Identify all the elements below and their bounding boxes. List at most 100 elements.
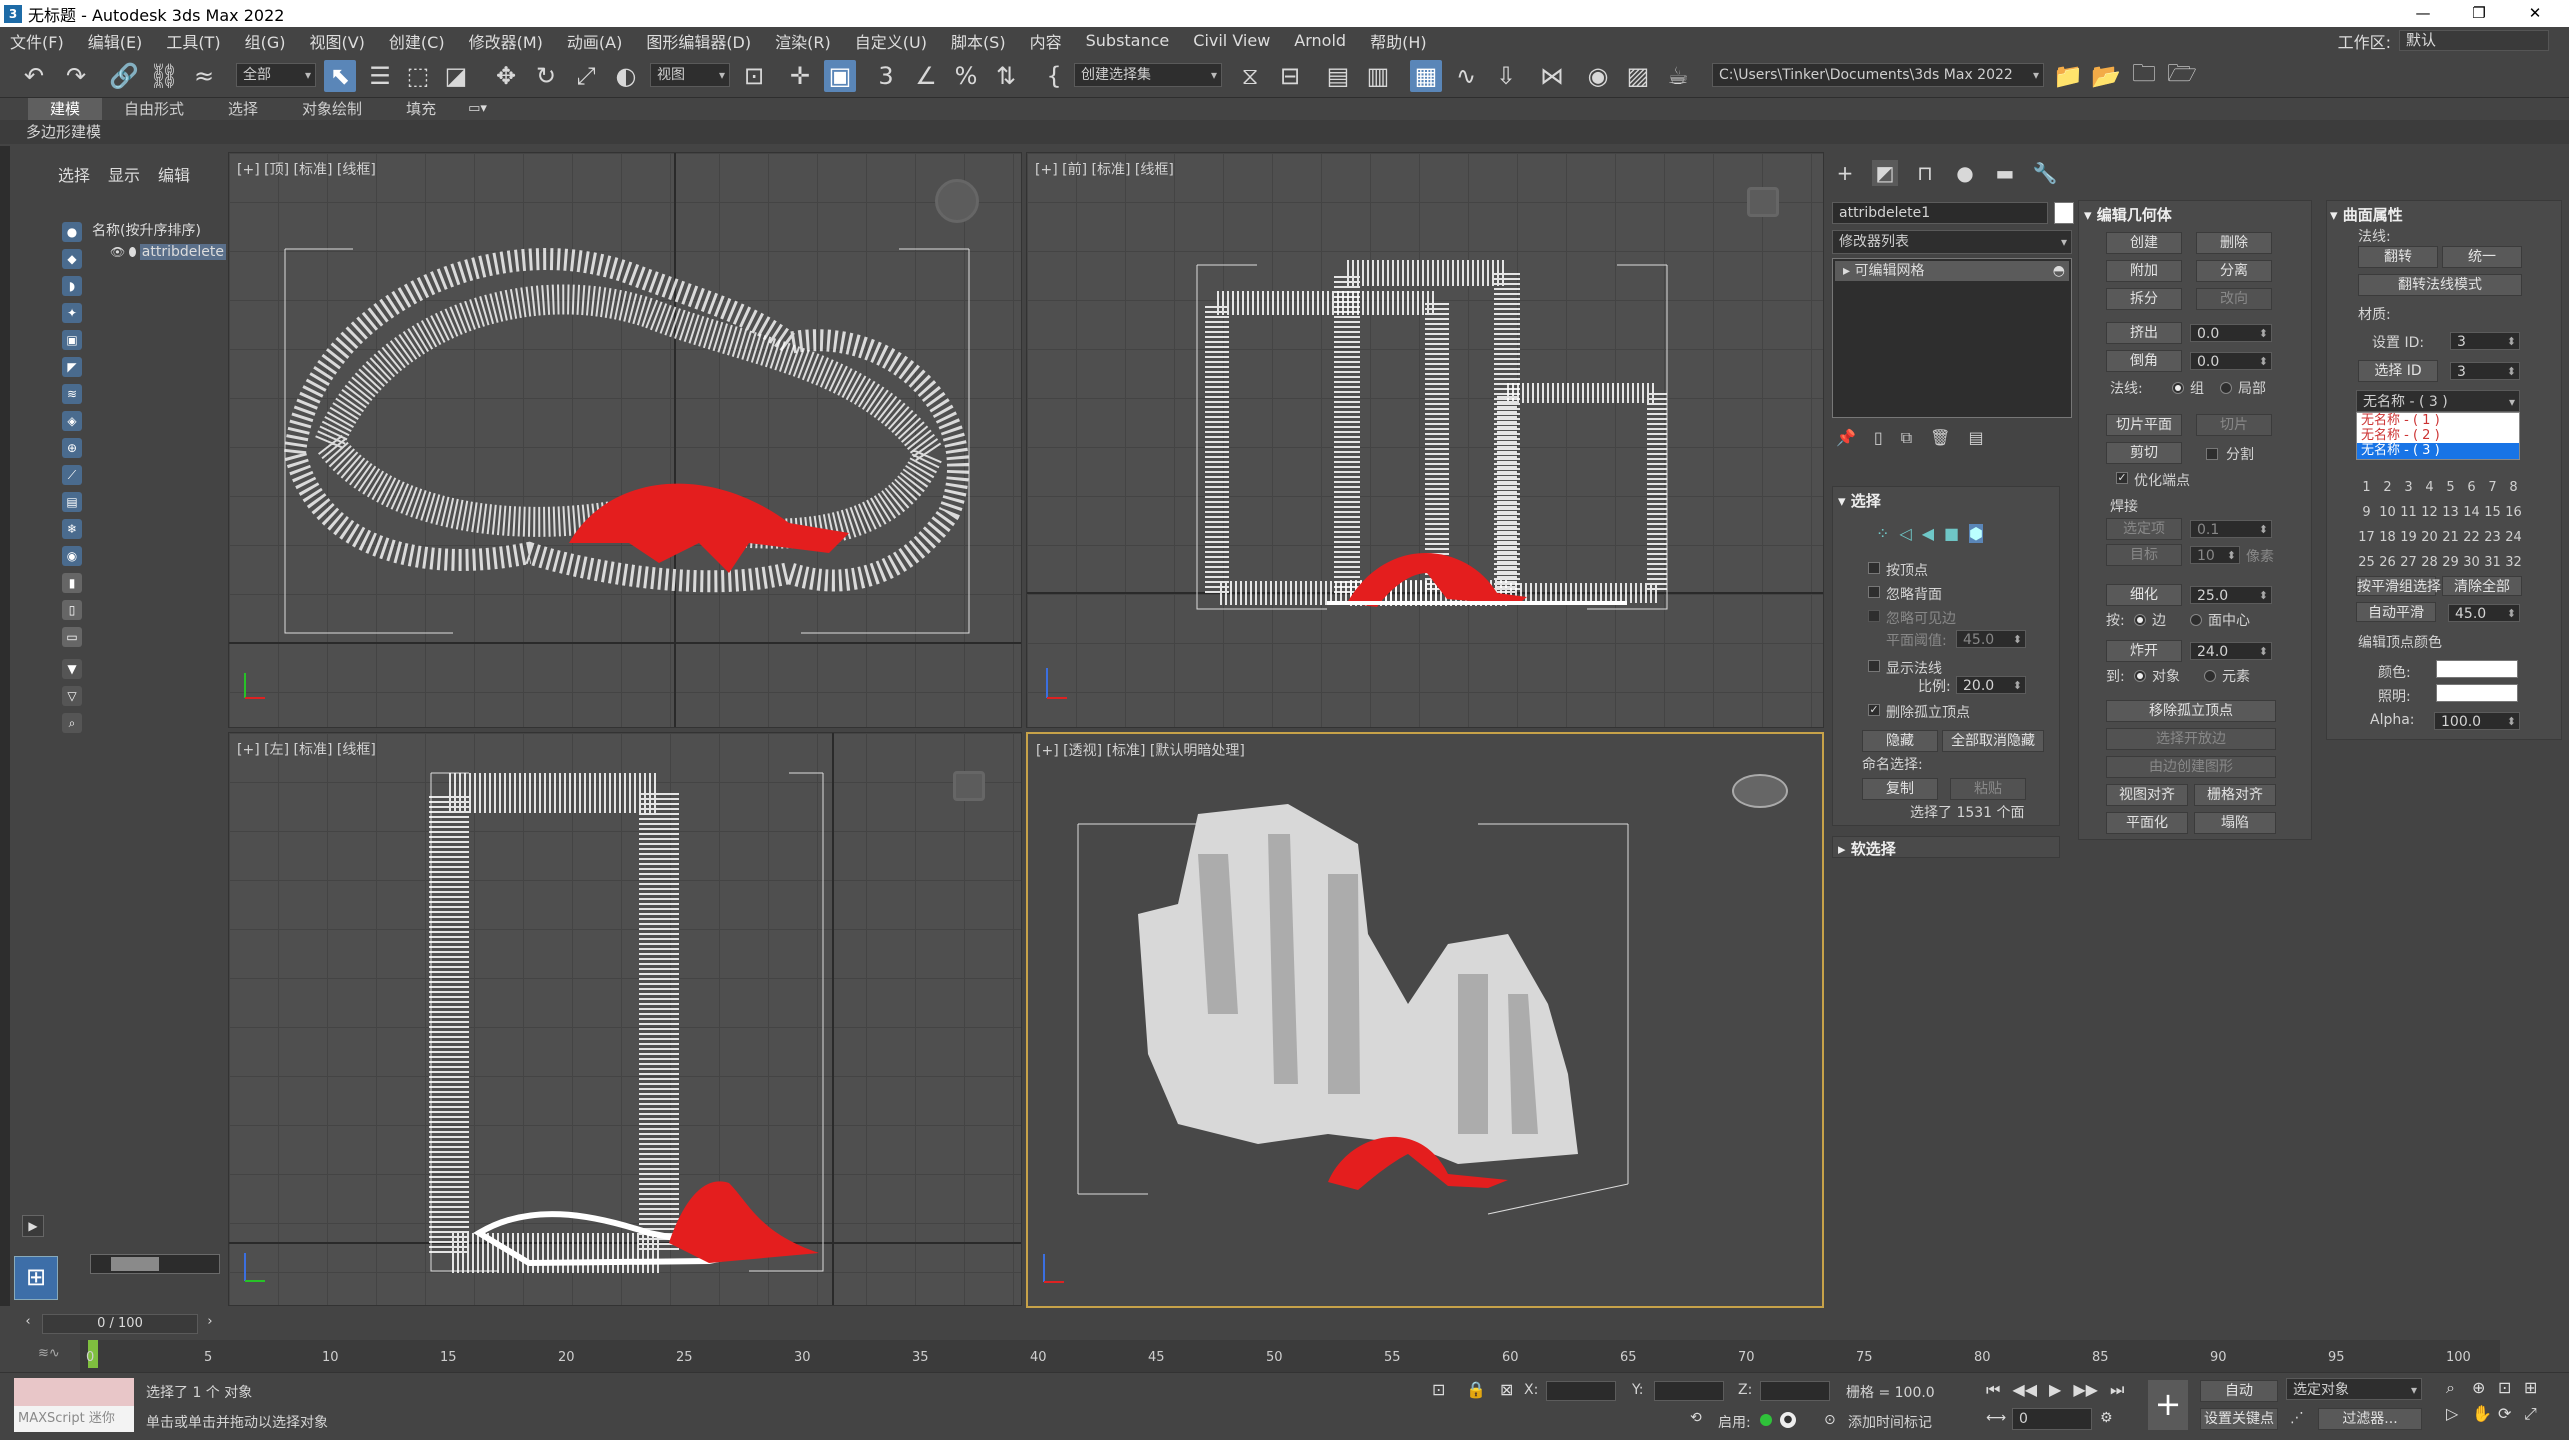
select-by-name-icon[interactable]: ☰ <box>364 60 396 92</box>
x-coord-field[interactable] <box>1546 1381 1616 1401</box>
configure-sets-icon[interactable]: ▤ <box>1968 428 1983 448</box>
set-key-button[interactable]: 设置关键点 <box>2200 1408 2278 1430</box>
isolate-selection-icon[interactable]: ⊡ <box>1432 1380 1445 1399</box>
slice-button[interactable]: 切片 <box>2196 414 2272 436</box>
smoothing-group-button[interactable]: 8 <box>2503 480 2524 495</box>
hierarchy-tab-icon[interactable]: ⊓ <box>1912 160 1938 186</box>
menu-views[interactable]: 视图(V) <box>299 29 378 53</box>
polygon-icon[interactable]: ■ <box>1944 524 1959 543</box>
scale-spinner[interactable]: 20.0 <box>1956 676 2026 695</box>
delete-button[interactable]: 删除 <box>2196 232 2272 254</box>
selection-rollout-title[interactable]: ▾ 选择 <box>1838 490 1881 511</box>
prev-frame-icon[interactable]: ◀◀ <box>2012 1380 2037 1400</box>
element-icon[interactable]: ⬢ <box>1969 524 1984 543</box>
display-all-icon[interactable]: ● <box>62 222 82 242</box>
select-manipulate-icon[interactable]: ✛ <box>784 60 816 92</box>
clear-all-button[interactable]: 清除全部 <box>2442 576 2522 596</box>
display-dependents-icon[interactable]: ▭ <box>62 627 82 647</box>
menu-content[interactable]: 内容 <box>1020 29 1076 53</box>
smoothing-group-button[interactable]: 24 <box>2503 530 2524 545</box>
smoothing-group-button[interactable]: 28 <box>2419 555 2440 570</box>
explode-object-radio[interactable] <box>2134 670 2146 682</box>
explorer-tab-edit[interactable]: 编辑 <box>158 162 190 186</box>
set-id-spinner[interactable]: 3 <box>2450 332 2520 351</box>
menu-group[interactable]: 组(G) <box>235 29 300 53</box>
smoothing-group-button[interactable]: 25 <box>2356 555 2377 570</box>
menu-edit[interactable]: 编辑(E) <box>78 29 157 53</box>
ribbon-options-icon[interactable]: ▭▾ <box>458 98 487 120</box>
project-path-dropdown[interactable]: C:\Users\Tinker\Documents\3ds Max 2022 <box>1712 63 2044 87</box>
display-geometry-icon[interactable]: ◆ <box>62 249 82 269</box>
explorer-scrollbar[interactable] <box>90 1254 220 1274</box>
time-slider-prev-icon[interactable]: ‹ <box>18 1314 38 1334</box>
object-color-swatch[interactable] <box>2054 202 2074 224</box>
weld-selected-button[interactable]: 选定项 <box>2106 518 2182 540</box>
goto-end-icon[interactable]: ⏭ <box>2110 1380 2124 1400</box>
menu-civil-view[interactable]: Civil View <box>1183 31 1284 50</box>
y-coord-field[interactable] <box>1654 1381 1724 1401</box>
redo-icon[interactable]: ↷ <box>60 60 92 92</box>
display-hidden-icon[interactable]: ◉ <box>62 546 82 566</box>
maxscript-input[interactable]: MAXScript 迷你 <box>14 1406 134 1432</box>
current-frame-field[interactable]: 0 <box>2012 1408 2092 1430</box>
expand-triangle-icon[interactable]: ▸ <box>1843 263 1854 279</box>
keyboard-shortcut-icon[interactable]: ▣ <box>824 60 856 92</box>
display-xrefs-icon[interactable]: ⊕ <box>62 438 82 458</box>
menu-substance[interactable]: Substance <box>1076 31 1184 50</box>
snap-status-icon[interactable]: ● <box>1780 1412 1796 1428</box>
smoothing-group-button[interactable]: 7 <box>2482 480 2503 495</box>
display-shapes-icon[interactable]: ◗ <box>62 276 82 296</box>
menu-graph-editors[interactable]: 图形编辑器(D) <box>636 29 765 53</box>
smoothing-group-button[interactable]: 9 <box>2356 505 2377 520</box>
adaptive-degradation-icon[interactable]: ⟲ <box>1690 1410 1702 1426</box>
smoothing-group-button[interactable]: 23 <box>2482 530 2503 545</box>
add-time-tag[interactable]: 添加时间标记 <box>1848 1412 1932 1432</box>
key-mode-icon[interactable]: ⟷ <box>1986 1410 2006 1426</box>
smoothing-group-button[interactable]: 11 <box>2398 505 2419 520</box>
smoothing-group-button[interactable]: 12 <box>2419 505 2440 520</box>
set-key-big-icon[interactable]: + <box>2148 1380 2188 1430</box>
utilities-tab-icon[interactable]: 🔧 <box>2032 160 2058 186</box>
minimize-button[interactable]: — <box>2400 0 2446 27</box>
smoothing-group-button[interactable]: 3 <box>2398 480 2419 495</box>
auto-key-button[interactable]: 自动 <box>2200 1380 2278 1402</box>
selection-lock-icon[interactable]: 🔒 <box>1466 1380 1486 1399</box>
snaps-toggle-icon[interactable]: 3 <box>870 60 902 92</box>
copy-button[interactable]: 复制 <box>1862 778 1938 800</box>
normal-group-radio[interactable] <box>2172 382 2184 394</box>
flip-button[interactable]: 翻转 <box>2358 246 2438 268</box>
smoothing-group-button[interactable]: 18 <box>2377 530 2398 545</box>
bind-spacewarp-icon[interactable]: ≈ <box>188 60 220 92</box>
alpha-spinner[interactable]: 100.0 <box>2434 712 2520 731</box>
illumination-swatch[interactable] <box>2436 684 2518 702</box>
viewport-perspective[interactable]: [+] [透视] [标准] [默认明暗处理] <box>1026 732 1824 1308</box>
zoom-all-icon[interactable]: ⊕ <box>2472 1378 2498 1398</box>
unify-button[interactable]: 统一 <box>2442 246 2522 268</box>
select-object-icon[interactable]: ⬉ <box>324 60 356 92</box>
menu-modifiers[interactable]: 修改器(M) <box>459 29 557 53</box>
viewport-top[interactable]: [+] [顶] [标准] [线框] <box>228 152 1022 728</box>
attach-button[interactable]: 附加 <box>2106 260 2182 282</box>
find-icon[interactable]: ⌕ <box>62 713 82 733</box>
orbit-icon[interactable]: ⟳ <box>2498 1404 2524 1424</box>
smoothing-group-button[interactable]: 20 <box>2419 530 2440 545</box>
auto-smooth-spinner[interactable]: 45.0 <box>2448 604 2520 623</box>
render-icon[interactable]: ☕ <box>1662 60 1694 92</box>
paste-button[interactable]: 粘贴 <box>1950 778 2026 800</box>
bevel-spinner[interactable]: 0.0 <box>2190 352 2272 371</box>
link-icon[interactable]: 🔗 <box>108 60 140 92</box>
slice-plane-button[interactable]: 切片平面 <box>2106 414 2182 436</box>
weld-target-button[interactable]: 目标 <box>2106 544 2182 566</box>
zoom-extents-all-icon[interactable]: ⊞ <box>2524 1378 2550 1398</box>
menu-tools[interactable]: 工具(T) <box>156 29 234 53</box>
smoothing-group-button[interactable]: 10 <box>2377 505 2398 520</box>
menu-customize[interactable]: 自定义(U) <box>845 29 941 53</box>
pivot-center-icon[interactable]: ⊡ <box>738 60 770 92</box>
display-tab-icon[interactable]: ▬ <box>1992 160 2018 186</box>
select-id-spinner[interactable]: 3 <box>2450 362 2520 381</box>
ignore-visible-checkbox[interactable] <box>1868 610 1880 622</box>
split-button[interactable]: 拆分 <box>2106 288 2182 310</box>
smoothing-group-button[interactable]: 21 <box>2440 530 2461 545</box>
scene-explorer-icon[interactable]: ▤ <box>1322 60 1354 92</box>
edit-named-sel-icon[interactable]: { <box>1038 60 1070 92</box>
